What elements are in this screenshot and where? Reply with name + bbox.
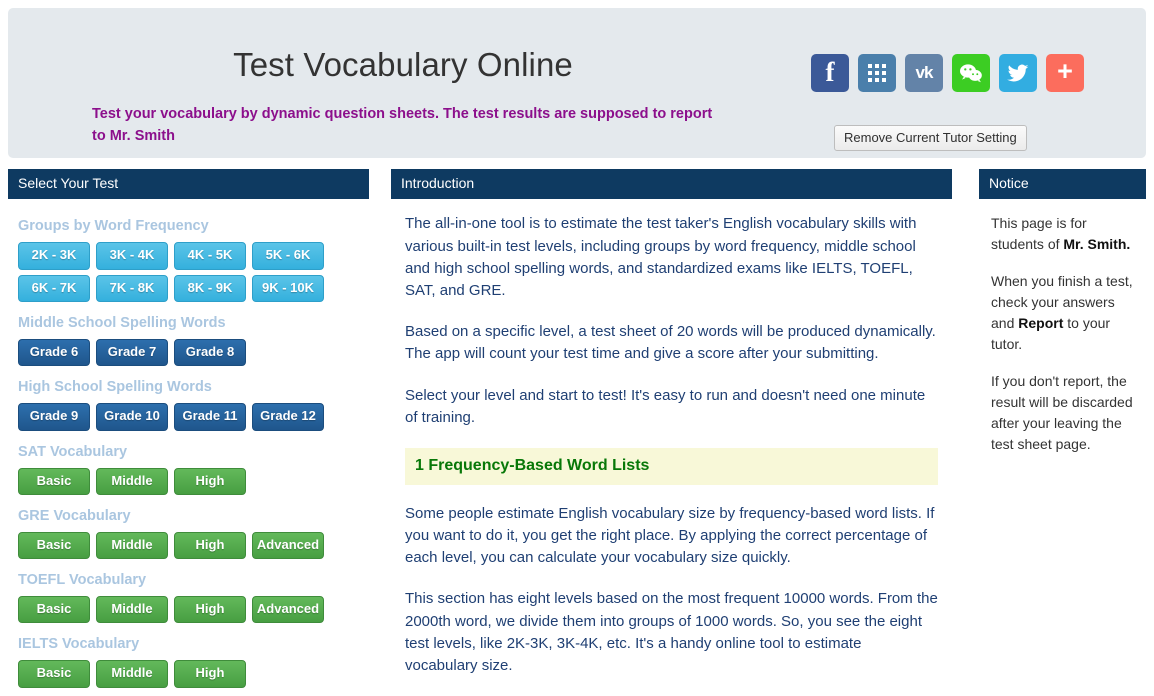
page-header: Test Vocabulary Online Test your vocabul…: [8, 8, 1146, 158]
test-level-button[interactable]: Basic: [18, 660, 90, 688]
test-level-button[interactable]: Grade 12: [252, 403, 324, 431]
test-level-button[interactable]: 3K - 4K: [96, 242, 168, 270]
test-level-button[interactable]: 9K - 10K: [252, 274, 324, 302]
test-level-button[interactable]: 4K - 5K: [174, 242, 246, 270]
sidebar-button-row: Grade 6 Grade 7 Grade 8: [18, 338, 369, 367]
wechat-icon[interactable]: [952, 54, 990, 92]
test-level-button[interactable]: Grade 6: [18, 338, 90, 367]
vk-icon[interactable]: vk: [905, 54, 943, 92]
test-level-button[interactable]: Advanced: [252, 531, 324, 560]
share-more-plus-icon[interactable]: +: [1046, 54, 1084, 92]
sidebar-button-row: Basic Middle High Advanced: [18, 531, 369, 560]
facebook-icon[interactable]: f: [811, 54, 849, 92]
test-level-button[interactable]: Basic: [18, 531, 90, 560]
test-level-button[interactable]: 7K - 8K: [96, 274, 168, 302]
intro-paragraph-1: The all-in-one tool is to estimate the t…: [405, 215, 917, 299]
sidebar-heading: Select Your Test: [8, 169, 369, 200]
social-share-bar: f vk +: [811, 54, 1084, 92]
intro-paragraph-5: This section has eight levels based on t…: [405, 590, 938, 675]
test-level-button[interactable]: High: [174, 467, 246, 495]
test-level-button[interactable]: High: [174, 660, 246, 688]
intro-paragraph-2: Based on a specific level, a test sheet …: [405, 323, 936, 363]
test-level-button[interactable]: Middle: [96, 531, 168, 560]
sidebar-group-title: SAT Vocabulary: [18, 443, 128, 460]
sidebar-group-title: IELTS Vocabulary: [18, 636, 140, 653]
test-level-button[interactable]: High: [174, 596, 246, 624]
apps-grid-icon[interactable]: [858, 54, 896, 92]
notice-tutor-name: Mr. Smith.: [1063, 236, 1131, 253]
test-level-button[interactable]: Grade 8: [174, 338, 246, 367]
test-level-button[interactable]: Advanced: [252, 596, 324, 624]
test-level-button[interactable]: Basic: [18, 467, 90, 495]
sidebar-group-title: Groups by Word Frequency: [18, 218, 209, 235]
notice-paragraph-3: If you don't report, the result will be …: [991, 373, 1133, 453]
introduction-panel: Introduction The all-in-one tool is to e…: [391, 169, 952, 696]
select-your-test-panel: Select Your Test Groups by Word Frequenc…: [8, 169, 369, 692]
test-level-button[interactable]: Grade 9: [18, 403, 90, 431]
sidebar-button-row: Basic Middle High: [18, 660, 369, 688]
test-level-button[interactable]: Middle: [96, 596, 168, 624]
test-level-button[interactable]: Middle: [96, 467, 168, 495]
intro-paragraph-4: Some people estimate English vocabulary …: [405, 504, 935, 567]
notice-body: This page is for students of Mr. Smith. …: [979, 199, 1146, 455]
sidebar-groups: Groups by Word Frequency 2K - 3K 3K - 4K 4K…: [8, 199, 369, 688]
remove-tutor-setting-button[interactable]: Remove Current Tutor Setting: [834, 125, 1027, 151]
introduction-heading: Introduction: [391, 169, 952, 200]
sidebar-button-row: Basic Middle High Advanced: [18, 596, 369, 624]
test-level-button[interactable]: 6K - 7K: [18, 274, 90, 302]
notice-report-emphasis: Report: [1018, 315, 1064, 332]
notice-panel: Notice This page is for students of Mr. …: [979, 169, 1146, 471]
test-level-button[interactable]: 2K - 3K: [18, 242, 90, 270]
sidebar-group-title: TOEFL Vocabulary: [18, 572, 147, 589]
test-level-button[interactable]: High: [174, 531, 246, 560]
section-heading-frequency-based-word-lists: 1 Frequency-Based Word Lists: [405, 447, 938, 485]
page-title: Test Vocabulary Online: [233, 46, 573, 83]
test-level-button[interactable]: Grade 11: [174, 403, 246, 431]
test-level-button[interactable]: Grade 10: [96, 403, 168, 431]
sidebar-button-row: Basic Middle High: [18, 467, 369, 495]
twitter-icon[interactable]: [999, 54, 1037, 92]
test-level-button[interactable]: 8K - 9K: [174, 274, 246, 302]
test-level-button[interactable]: 5K - 6K: [252, 242, 324, 270]
test-level-button[interactable]: Middle: [96, 660, 168, 688]
notice-paragraph-1: This page is for students of Mr. Smith.: [991, 213, 1134, 255]
test-level-button[interactable]: Grade 7: [96, 338, 168, 367]
intro-paragraph-3: Select your level and start to test! It'…: [405, 386, 926, 426]
sidebar-group-title: High School Spelling Words: [18, 379, 212, 396]
page-subtitle: Test your vocabulary by dynamic question…: [92, 106, 713, 145]
sidebar-button-row: 2K - 3K 3K - 4K 4K - 5K 5K - 6K 6K - 7K 7K - …: [18, 242, 369, 302]
introduction-body: The all-in-one tool is to estimate the t…: [391, 199, 952, 677]
sidebar-group-title: Middle School Spelling Words: [18, 314, 226, 331]
sidebar-group-title: GRE Vocabulary: [18, 507, 131, 524]
notice-paragraph-2: When you finish a test, check your answe…: [991, 271, 1134, 355]
notice-heading: Notice: [979, 169, 1146, 200]
test-level-button[interactable]: Basic: [18, 596, 90, 624]
sidebar-button-row: Grade 9 Grade 10 Grade 11 Grade 12: [18, 403, 369, 431]
